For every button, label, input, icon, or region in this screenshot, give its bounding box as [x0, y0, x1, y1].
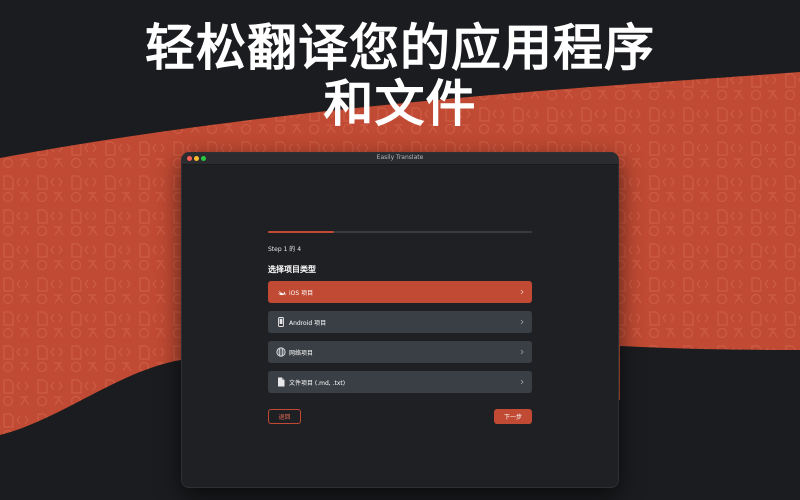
app-window: Easily Translate Step 1 的 4 选择项目类型 iOS 项… [181, 152, 619, 488]
headline-line-2: 和文件 [323, 75, 477, 133]
phone-icon [276, 317, 286, 327]
option-ios-project[interactable]: iOS 项目 [268, 281, 532, 303]
option-file-project[interactable]: 文件项目 (.md, .txt) [268, 371, 532, 393]
chevron-right-icon [520, 289, 524, 295]
wizard-buttons: 退回 下一步 [268, 409, 532, 425]
progress-fill [268, 231, 334, 233]
section-title: 选择项目类型 [268, 265, 316, 274]
window-title: Easily Translate [376, 154, 424, 161]
option-label: 文件项目 (.md, .txt) [289, 379, 346, 387]
next-button[interactable]: 下一步 [494, 409, 532, 424]
document-icon [276, 377, 286, 387]
option-android-project[interactable]: Android 项目 [268, 311, 532, 333]
back-button[interactable]: 退回 [268, 409, 301, 424]
title-bar[interactable]: Easily Translate [182, 153, 618, 165]
option-web-project[interactable]: 网络项目 [268, 341, 532, 363]
chevron-right-icon [520, 379, 524, 385]
option-label: iOS 项目 [289, 289, 314, 297]
marketing-headline: 轻松翻译您的应用程序 和文件 [0, 20, 800, 132]
wizard-content: Step 1 的 4 选择项目类型 iOS 项目 Android 项目 网络项目 [268, 231, 532, 425]
progress-bar [268, 231, 532, 233]
step-label: Step 1 的 4 [268, 246, 302, 253]
swift-icon [276, 287, 286, 297]
option-label: 网络项目 [289, 349, 314, 357]
globe-icon [276, 347, 286, 357]
headline-line-1: 轻松翻译您的应用程序 [145, 19, 655, 77]
chevron-right-icon [520, 349, 524, 355]
option-label: Android 项目 [289, 319, 327, 327]
chevron-right-icon [520, 319, 524, 325]
